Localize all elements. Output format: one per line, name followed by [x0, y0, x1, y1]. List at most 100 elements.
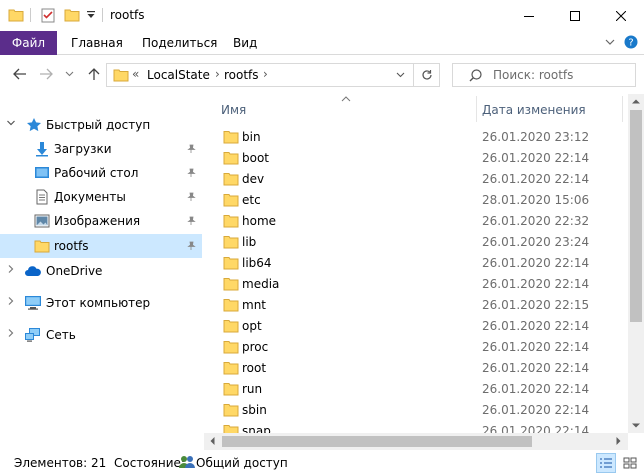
breadcrumb-localstate[interactable]: LocalState [147, 68, 210, 82]
file-row[interactable]: mnt 26.01.2020 22:15 [204, 295, 628, 316]
file-name: run [242, 382, 263, 396]
file-date: 26.01.2020 22:14 [482, 382, 590, 396]
back-button[interactable] [10, 64, 30, 84]
file-row[interactable]: sbin 26.01.2020 22:14 [204, 400, 628, 421]
file-list-pane: Имя Дата изменения bin 26.01.2020 23:12 bo… [204, 94, 644, 450]
nav-label: Загрузки [54, 142, 112, 156]
file-row[interactable]: media 26.01.2020 22:14 [204, 274, 628, 295]
forward-button[interactable] [36, 64, 56, 84]
column-header-name[interactable]: Имя [221, 103, 246, 117]
expand-ribbon-icon[interactable] [604, 36, 616, 51]
vertical-scroll-thumb[interactable] [630, 110, 642, 322]
details-view-button[interactable] [596, 453, 616, 473]
column-divider[interactable] [622, 96, 623, 122]
pin-icon[interactable] [186, 215, 196, 229]
nav-label: Этот компьютер [46, 296, 151, 310]
horizontal-scrollbar[interactable] [204, 433, 628, 450]
svg-text:?: ? [628, 38, 633, 49]
up-button[interactable] [84, 64, 104, 84]
pin-icon[interactable] [186, 167, 196, 181]
column-divider[interactable] [476, 96, 477, 122]
desktop-icon [34, 165, 50, 184]
nav-this-pc[interactable]: Этот компьютер [0, 292, 202, 315]
pin-icon[interactable] [186, 240, 196, 254]
large-icons-view-button[interactable] [620, 453, 640, 473]
maximize-button[interactable] [552, 0, 598, 31]
file-name: root [242, 361, 267, 375]
nav-network[interactable]: Сеть [0, 324, 202, 347]
refresh-button[interactable] [413, 64, 439, 86]
file-name: snap [242, 424, 271, 433]
computer-icon [24, 295, 42, 314]
file-row[interactable]: bin 26.01.2020 23:12 [204, 127, 628, 148]
nav-label: Быстрый доступ [46, 118, 151, 132]
file-row[interactable]: home 26.01.2020 22:32 [204, 211, 628, 232]
pin-icon[interactable] [186, 143, 196, 157]
nav-quick-access[interactable]: Быстрый доступ [0, 114, 202, 137]
tab-file[interactable]: Файл [0, 31, 57, 55]
file-name: opt [242, 319, 262, 333]
search-box[interactable]: Поиск: rootfs [452, 63, 636, 87]
file-date: 26.01.2020 22:14 [482, 424, 590, 433]
nav-downloads[interactable]: Загрузки [0, 138, 202, 161]
breadcrumb-rootfs[interactable]: rootfs [224, 68, 259, 82]
file-row[interactable]: lib 26.01.2020 23:24 [204, 232, 628, 253]
scroll-left-icon[interactable] [209, 437, 215, 447]
help-icon[interactable]: ? [624, 35, 638, 52]
file-row[interactable]: etc 28.01.2020 15:06 [204, 190, 628, 211]
address-bar[interactable]: « LocalState › rootfs › [106, 63, 440, 87]
file-name: boot [242, 151, 270, 165]
pin-icon[interactable] [186, 191, 196, 205]
file-row[interactable]: lib64 26.01.2020 22:14 [204, 253, 628, 274]
chevron-down-icon[interactable] [6, 118, 16, 131]
file-row[interactable]: snap 26.01.2020 22:14 [204, 421, 628, 433]
nav-pictures[interactable]: Изображения [0, 210, 202, 233]
nav-desktop[interactable]: Рабочий стол [0, 162, 202, 185]
breadcrumb-separator[interactable]: › [215, 67, 220, 81]
properties-icon[interactable] [40, 7, 56, 26]
customize-toolbar-icon[interactable] [86, 9, 96, 23]
scroll-right-icon[interactable] [616, 437, 622, 447]
nav-onedrive[interactable]: OneDrive [0, 260, 202, 283]
tab-view[interactable]: Вид [233, 31, 257, 55]
star-icon [26, 117, 42, 136]
address-history-button[interactable] [387, 64, 413, 86]
file-row[interactable]: run 26.01.2020 22:14 [204, 379, 628, 400]
nav-documents[interactable]: Документы [0, 186, 202, 209]
chevron-right-icon[interactable] [6, 296, 16, 309]
close-button[interactable] [598, 0, 644, 31]
nav-label: Документы [54, 190, 126, 204]
nav-label: rootfs [54, 239, 89, 253]
breadcrumb-overflow[interactable]: « [132, 67, 139, 81]
new-folder-icon[interactable] [64, 7, 80, 26]
tab-home[interactable]: Главная [71, 31, 123, 55]
scroll-down-icon[interactable] [632, 422, 640, 431]
tab-share[interactable]: Поделиться [142, 31, 217, 55]
horizontal-scroll-thumb[interactable] [222, 436, 532, 447]
folder-icon [223, 340, 239, 357]
file-row[interactable]: boot 26.01.2020 22:14 [204, 148, 628, 169]
status-bar: Элементов: 21 Состояние: Общий доступ [0, 450, 644, 475]
file-date: 26.01.2020 23:12 [482, 130, 590, 144]
chevron-right-icon[interactable] [6, 328, 16, 341]
shared-users-icon [178, 454, 196, 473]
file-row[interactable]: proc 26.01.2020 22:14 [204, 337, 628, 358]
scroll-up-icon[interactable] [632, 97, 640, 106]
ribbon-tabs: Файл Главная Поделиться Вид ? [0, 31, 644, 55]
nav-label: Сеть [46, 328, 76, 342]
file-rows: bin 26.01.2020 23:12 boot 26.01.2020 22:14 d… [204, 127, 628, 433]
file-row[interactable]: opt 26.01.2020 22:14 [204, 316, 628, 337]
nav-rootfs[interactable]: rootfs [0, 234, 202, 258]
chevron-right-icon[interactable] [6, 264, 16, 277]
file-row[interactable]: dev 26.01.2020 22:14 [204, 169, 628, 190]
vertical-scrollbar[interactable] [628, 94, 644, 433]
recent-locations-button[interactable] [62, 64, 76, 84]
folder-icon [223, 235, 239, 252]
file-date: 26.01.2020 22:14 [482, 172, 590, 186]
file-row[interactable]: root 26.01.2020 22:14 [204, 358, 628, 379]
file-name: media [242, 277, 280, 291]
column-header-date[interactable]: Дата изменения [482, 103, 586, 117]
document-icon [34, 189, 50, 208]
breadcrumb-separator[interactable]: › [263, 67, 268, 81]
minimize-button[interactable] [506, 0, 552, 31]
